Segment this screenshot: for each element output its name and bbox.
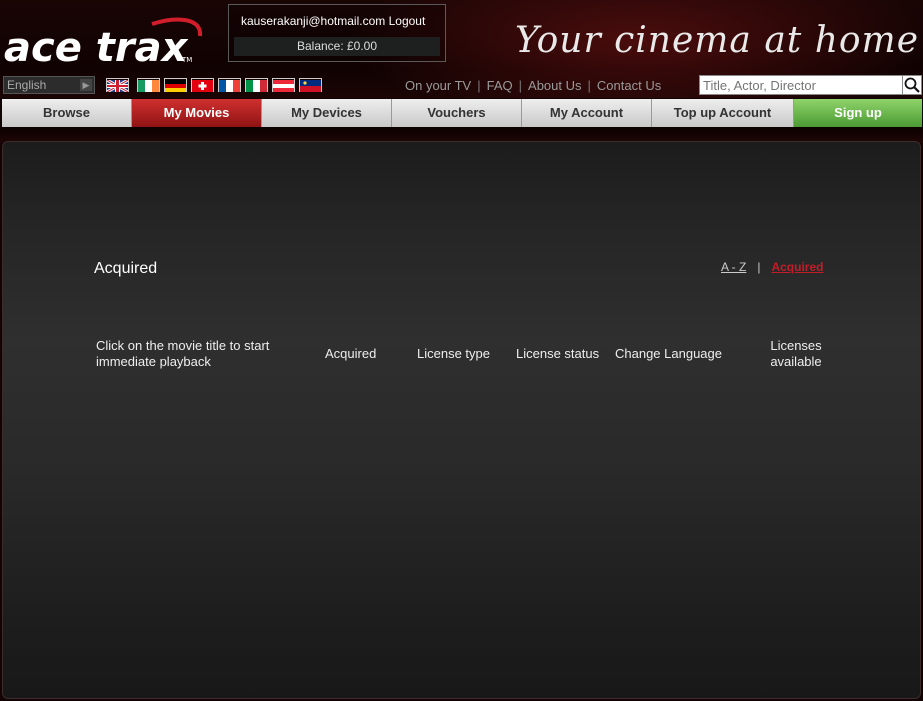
contact-us-link[interactable]: Contact Us: [597, 78, 661, 93]
ireland-flag-icon[interactable]: [137, 78, 160, 92]
logout-link[interactable]: Logout: [389, 14, 426, 28]
language-select[interactable]: English ▶: [3, 76, 95, 94]
language-selected-value: English: [7, 78, 47, 92]
sort-acquired-link[interactable]: Acquired: [771, 260, 823, 274]
sort-separator: |: [757, 260, 761, 274]
sort-az-link[interactable]: A - Z: [721, 260, 746, 274]
account-line: kauserakanji@hotmail.com Logout: [241, 14, 425, 28]
tab-my-devices[interactable]: My Devices: [262, 99, 392, 127]
tab-top-up-account[interactable]: Top up Account: [652, 99, 794, 127]
logo-tm: TM: [181, 56, 192, 64]
france-flag-icon[interactable]: [218, 78, 241, 92]
tab-my-movies[interactable]: My Movies: [132, 99, 262, 127]
search-button[interactable]: [902, 75, 922, 95]
liechtenstein-flag-icon[interactable]: [299, 78, 322, 92]
logo-text: ace trax: [4, 25, 189, 70]
sort-links: A - Z | Acquired: [721, 260, 823, 274]
page-title: Acquired: [94, 260, 158, 277]
column-header-title-line: immediate playback: [96, 354, 211, 369]
column-header-licenses-line: Licenses: [770, 338, 822, 353]
tab-vouchers[interactable]: Vouchers: [392, 99, 522, 127]
column-header-licenses-line: available: [770, 354, 822, 369]
tab-my-account[interactable]: My Account: [522, 99, 652, 127]
search-icon: [904, 77, 920, 93]
column-header-license-type: License type: [417, 346, 490, 361]
column-header-title-line: Click on the movie title to start: [96, 338, 270, 353]
top-links: On your TV | FAQ | About Us | Contact Us: [405, 78, 661, 93]
main-content: Acquired A - Z | Acquired Click on the mov…: [2, 141, 921, 699]
acetrax-logo[interactable]: ace trax TM: [2, 14, 207, 71]
on-your-tv-link[interactable]: On your TV: [405, 78, 471, 93]
sign-up-button[interactable]: Sign up: [794, 99, 922, 127]
column-header-change-language: Change Language: [615, 346, 722, 361]
dropdown-arrow-icon: ▶: [80, 79, 92, 91]
link-separator: |: [587, 78, 591, 93]
link-separator: |: [477, 78, 481, 93]
austria-flag-icon[interactable]: [272, 78, 295, 92]
column-header-license-status: License status: [516, 346, 600, 361]
tab-browse[interactable]: Browse: [2, 99, 132, 127]
about-us-link[interactable]: About Us: [528, 78, 581, 93]
main-nav: Browse My Movies My Devices Vouchers My …: [2, 99, 923, 127]
faq-link[interactable]: FAQ: [487, 78, 513, 93]
link-separator: |: [518, 78, 523, 93]
column-header-acquired: Acquired: [325, 346, 377, 361]
column-header-licenses-available: Licenses available: [763, 338, 829, 370]
account-email: kauserakanji@hotmail.com: [241, 14, 386, 28]
search-input[interactable]: [699, 75, 903, 95]
italy-flag-icon[interactable]: [245, 78, 268, 92]
site-header: ace trax TM kauserakanji@hotmail.com Log…: [0, 0, 923, 98]
column-header-title: Click on the movie title to start immedi…: [96, 338, 269, 370]
uk-flag-icon[interactable]: [106, 78, 129, 94]
balance-display: Balance: £0.00: [234, 37, 440, 56]
tagline: Your cinema at home: [514, 20, 919, 61]
account-box: kauserakanji@hotmail.com Logout Balance:…: [228, 4, 446, 62]
switzerland-flag-icon[interactable]: [191, 78, 214, 92]
germany-flag-icon[interactable]: [164, 78, 187, 92]
